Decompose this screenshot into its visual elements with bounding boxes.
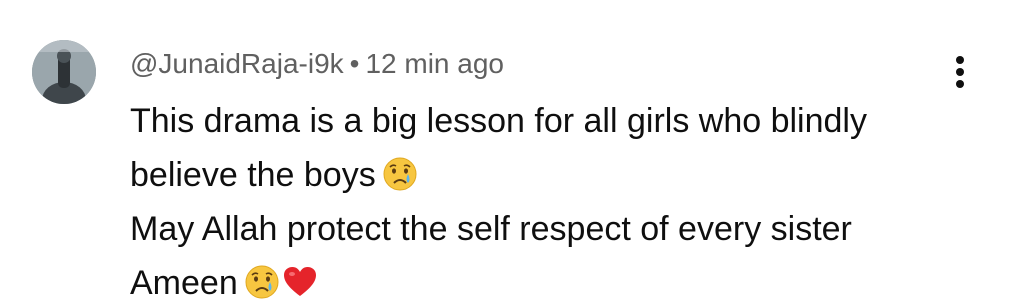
author-name[interactable]: @JunaidRaja-i9k <box>130 48 344 79</box>
comment-line-text: Ameen <box>130 264 238 302</box>
red-heart-icon <box>282 264 318 300</box>
comment-header: @JunaidRaja-i9k • 12 min ago <box>130 46 504 82</box>
comment-text: This drama is a big lesson for all girls… <box>130 94 990 302</box>
separator-dot: • <box>349 48 360 79</box>
comment-thread: @JunaidRaja-i9k • 12 min ago This drama is… <box>0 0 1024 302</box>
avatar[interactable] <box>32 40 96 104</box>
crying-face-icon <box>382 156 418 192</box>
more-vertical-icon-dot <box>956 80 964 88</box>
comment-line: May Allah protect the self respect of ev… <box>130 202 990 256</box>
comment-line-text: believe the boys <box>130 156 376 194</box>
comment-line: believe the boys <box>130 148 990 202</box>
comment-line-text: May Allah protect the self respect of ev… <box>130 210 852 248</box>
more-vertical-icon-dot <box>956 68 964 76</box>
crying-face-icon <box>244 264 280 300</box>
comment-timestamp[interactable]: 12 min ago <box>365 48 504 79</box>
comment-line-text: This drama is a big lesson for all girls… <box>130 102 867 140</box>
more-options-button[interactable] <box>946 50 974 94</box>
avatar-image <box>32 40 96 104</box>
comment-line: This drama is a big lesson for all girls… <box>130 94 990 148</box>
more-vertical-icon <box>956 56 964 64</box>
comment-line: Ameen <box>130 256 990 302</box>
